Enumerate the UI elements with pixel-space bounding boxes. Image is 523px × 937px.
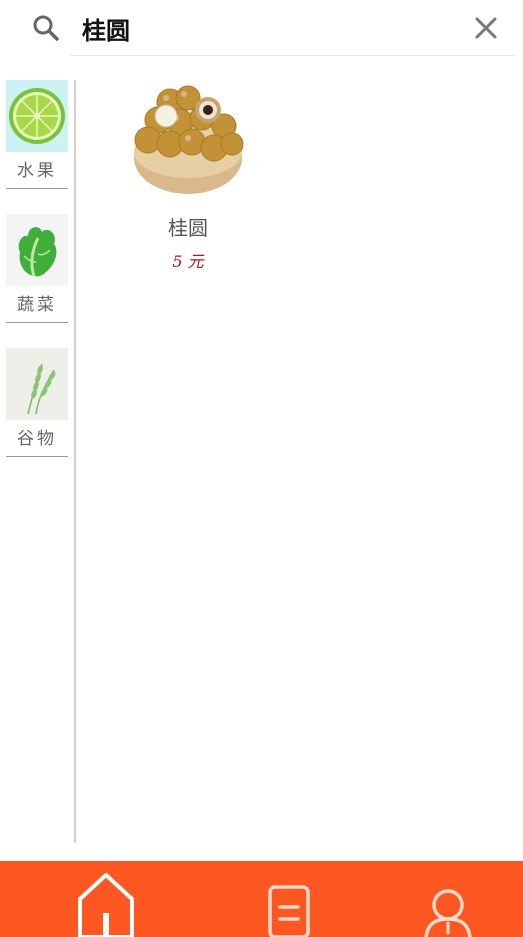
tab-home[interactable] xyxy=(66,867,146,937)
sidebar-divider xyxy=(74,80,76,843)
category-label: 谷物 xyxy=(17,429,57,449)
bottom-tab-bar xyxy=(0,861,523,937)
tab-orders[interactable] xyxy=(250,867,330,937)
product-card[interactable]: 桂圆 5 元 xyxy=(128,82,248,272)
home-icon xyxy=(66,867,146,937)
category-label: 水果 xyxy=(17,161,57,181)
category-item-fruit[interactable]: 水果 xyxy=(6,80,68,190)
longan-image xyxy=(128,82,248,200)
tab-profile[interactable] xyxy=(408,867,488,937)
search-icon[interactable] xyxy=(30,12,62,44)
wheat-image xyxy=(6,348,68,420)
document-icon xyxy=(250,867,330,937)
category-divider xyxy=(6,188,68,189)
category-item-vegetable[interactable]: 蔬菜 xyxy=(6,214,68,324)
product-price: 5 元 xyxy=(172,252,204,271)
search-underline xyxy=(70,55,515,56)
lime-image xyxy=(6,80,68,152)
product-name: 桂圆 xyxy=(168,216,208,240)
category-item-grain[interactable]: 谷物 xyxy=(6,348,68,458)
search-bar xyxy=(0,0,523,56)
close-icon[interactable] xyxy=(470,12,502,44)
category-label: 蔬菜 xyxy=(17,295,57,315)
user-icon xyxy=(408,867,488,937)
category-divider xyxy=(6,456,68,457)
category-sidebar: 水果 蔬菜 谷物 xyxy=(0,80,74,843)
category-divider xyxy=(6,322,68,323)
lettuce-image xyxy=(6,214,68,286)
search-input[interactable] xyxy=(70,8,462,48)
